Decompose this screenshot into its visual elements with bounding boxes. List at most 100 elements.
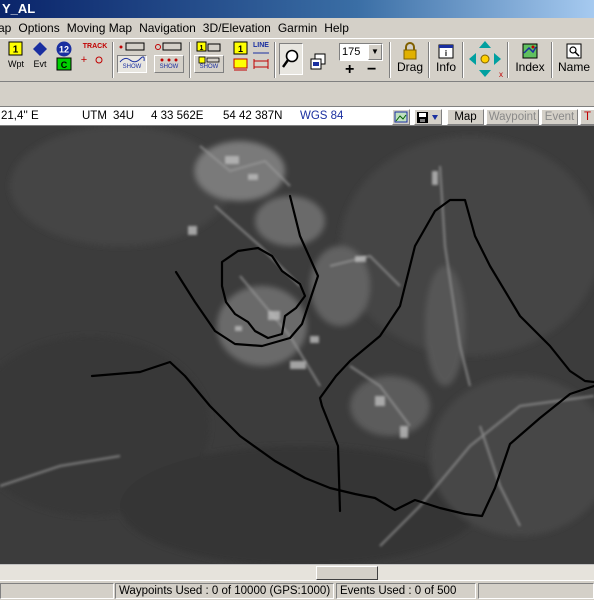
name-button[interactable]: Name: [555, 41, 593, 79]
points-line-icon: [155, 42, 182, 51]
floppy-disk-icon: [417, 112, 438, 123]
waypoint-mode-tab[interactable]: Waypoint: [486, 109, 539, 125]
magnifier-icon: [282, 49, 299, 68]
menu-help[interactable]: Help: [324, 18, 356, 38]
dropdown-arrow-icon[interactable]: ▼: [368, 44, 382, 60]
info-button[interactable]: i Info: [432, 41, 460, 79]
route-c-icon: C: [56, 57, 72, 71]
name-search-icon: [566, 43, 582, 59]
dots-icon: [160, 58, 178, 62]
show-track-lines-button[interactable]: SHOW: [116, 41, 148, 79]
zoom-value: 175: [342, 46, 361, 58]
lock-icon: [403, 42, 417, 60]
name-label: Name: [557, 60, 590, 74]
show-points-button[interactable]: SHOW: [153, 41, 185, 79]
toolbar-separator: [389, 42, 391, 78]
toolbar-separator: [507, 42, 509, 78]
status-cell-end: [478, 583, 594, 599]
waypoint-tool-button[interactable]: 1 Wpt: [4, 41, 28, 79]
window-title: Y_AL: [2, 1, 36, 16]
svg-text:x: x: [499, 70, 503, 77]
scrollbar-thumb[interactable]: [316, 566, 378, 580]
route-tool-button[interactable]: 12 C: [53, 41, 75, 79]
info-window-icon: i: [438, 44, 454, 59]
show-waypoints-button[interactable]: 1 SHOW: [193, 41, 225, 79]
status-bar: Waypoints Used : 0 of 10000 (GPS:1000) E…: [0, 580, 594, 600]
svg-text:+: +: [81, 54, 87, 66]
map-mode-tab[interactable]: Map: [447, 109, 484, 125]
wpt-label: Wpt: [7, 59, 24, 69]
track-line-icon: [119, 42, 145, 51]
menu-map[interactable]: ap: [0, 18, 18, 38]
toolbar-spacer: [0, 82, 594, 106]
pan-control[interactable]: x: [466, 39, 504, 77]
coordinate-bar: 21,4'' E UTM 34U 4 33 562E 54 42 387N WG…: [0, 106, 594, 126]
application-window: Y_AL ap Options Moving Map Navigation 3D…: [0, 0, 594, 600]
toolbar-separator: [189, 42, 191, 78]
toolbar-separator: [551, 42, 553, 78]
route-number-icon: 12: [56, 41, 72, 57]
zoom-level-select[interactable]: 175 ▼: [339, 43, 383, 61]
waypoint-range-icon: [233, 58, 248, 71]
line-measure-icon: [253, 59, 269, 69]
multi-map-button[interactable]: [306, 41, 330, 79]
index-button[interactable]: Index: [512, 41, 548, 79]
menu-3d-elevation[interactable]: 3D/Elevation: [203, 18, 278, 38]
line-underline-icon: [253, 52, 269, 54]
zoom-magnifier-button[interactable]: [279, 43, 303, 75]
index-label: Index: [515, 60, 545, 74]
menu-options[interactable]: Options: [18, 18, 66, 38]
utm-zone: 34U: [113, 110, 135, 122]
squiggle-icon: [119, 56, 145, 63]
event-diamond-icon: [33, 42, 47, 56]
save-map-button[interactable]: [414, 109, 442, 125]
title-bar: Y_AL: [0, 0, 594, 18]
map-image-button[interactable]: [392, 109, 410, 125]
track-points-icon: +: [81, 54, 103, 66]
show-waypoints-toggle[interactable]: SHOW: [194, 55, 224, 73]
svg-text:1: 1: [200, 45, 204, 52]
zoom-in-button[interactable]: +: [345, 62, 354, 78]
line-tool-button[interactable]: LINE: [251, 41, 271, 79]
svg-text:1: 1: [238, 44, 243, 54]
show-points-toggle[interactable]: SHOW: [154, 55, 184, 73]
svg-text:C: C: [61, 60, 68, 70]
northing-readout: 54 42 387N: [223, 110, 283, 122]
map-canvas[interactable]: [0, 126, 594, 564]
waypoints-used-status: Waypoints Used : 0 of 10000 (GPS:1000): [115, 583, 334, 599]
waypoint-list-icon: [198, 56, 220, 64]
waypoint-flag-icon: 1: [8, 41, 23, 56]
menu-navigation[interactable]: Navigation: [139, 18, 203, 38]
index-map-icon: [522, 43, 538, 59]
horizontal-scrollbar[interactable]: [0, 564, 594, 580]
drag-label: Drag: [396, 60, 423, 74]
evt-label: Evt: [33, 59, 47, 69]
menu-moving-map[interactable]: Moving Map: [67, 18, 139, 38]
status-cell-blank: [0, 583, 114, 599]
toolbar: 1 Wpt Evt 12 C TRACK + SHOW SHOW 1 SHOW …: [0, 38, 594, 82]
waypoint-number-button[interactable]: 1: [229, 41, 253, 79]
drag-button[interactable]: Drag: [394, 41, 426, 79]
map-pages-icon: [310, 53, 326, 70]
track-mode-tab[interactable]: T: [580, 109, 594, 125]
event-mode-tab[interactable]: Event: [541, 109, 578, 125]
event-tool-button[interactable]: Evt: [28, 41, 52, 79]
pan-arrows-icon[interactable]: x: [466, 39, 504, 77]
satellite-map-image[interactable]: [0, 126, 594, 564]
easting-readout: 4 33 562E: [151, 110, 204, 122]
show-track-toggle[interactable]: SHOW: [117, 55, 147, 73]
picture-icon: [394, 111, 408, 123]
waypoint-stack-icon: 1: [196, 41, 221, 52]
events-used-status: Events Used : 0 of 500: [336, 583, 476, 599]
track-label: TRACK: [82, 43, 108, 50]
zoom-out-button[interactable]: −: [367, 62, 376, 78]
toolbar-separator: [462, 42, 464, 78]
utm-label: UTM: [82, 110, 107, 122]
waypoint-number-icon: 1: [233, 41, 248, 55]
menu-garmin[interactable]: Garmin: [278, 18, 324, 38]
svg-text:1: 1: [13, 45, 19, 56]
toolbar-separator: [112, 42, 114, 78]
longitude-readout: 21,4'' E: [1, 110, 39, 122]
svg-text:i: i: [445, 49, 447, 58]
track-tool-button[interactable]: TRACK +: [79, 41, 111, 79]
